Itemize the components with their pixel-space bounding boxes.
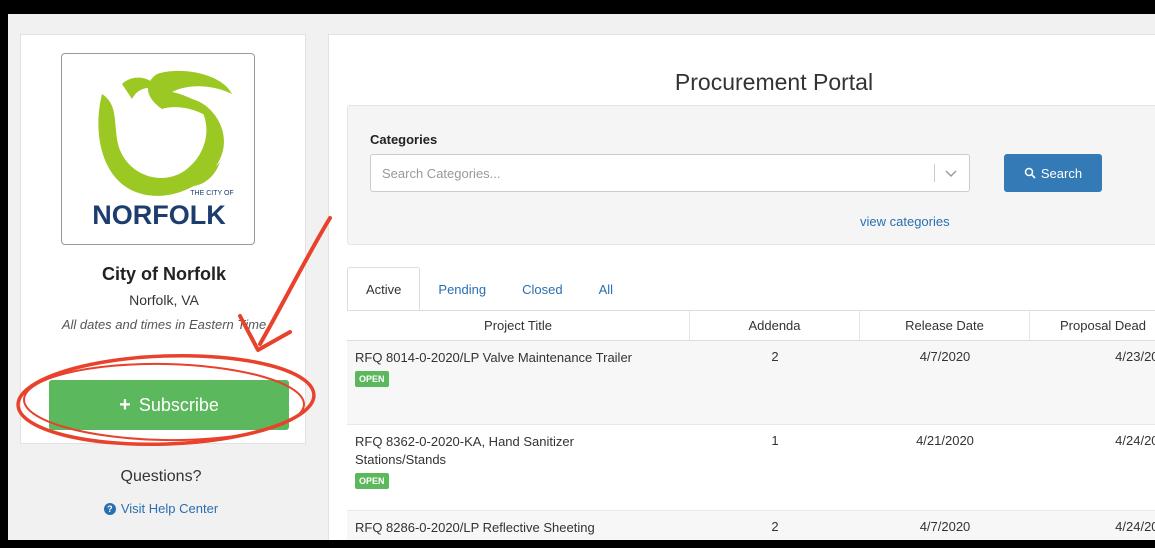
main-panel: Procurement Portal Categories Search vie… bbox=[328, 34, 1155, 540]
table-row[interactable]: RFQ 8362-0-2020-KA, Hand Sanitizer Stati… bbox=[347, 425, 1155, 511]
help-center-link[interactable]: ? Visit Help Center bbox=[8, 501, 314, 516]
plus-icon: + bbox=[119, 393, 131, 416]
addenda-cell: 2 bbox=[771, 349, 779, 364]
status-badge: OPEN bbox=[355, 473, 389, 489]
view-categories-link[interactable]: view categories bbox=[860, 214, 950, 229]
tab-closed[interactable]: Closed bbox=[504, 267, 580, 311]
column-header-proposal-deadline[interactable]: Proposal Dead bbox=[1030, 311, 1155, 340]
addenda-cell: 2 bbox=[771, 519, 779, 534]
categories-select[interactable] bbox=[370, 154, 970, 192]
column-header-project-title[interactable]: Project Title bbox=[347, 311, 690, 340]
addenda-cell: 1 bbox=[771, 433, 779, 448]
page-title: Procurement Portal bbox=[674, 69, 874, 95]
help-center-label: Visit Help Center bbox=[120, 501, 219, 516]
filter-panel: Categories Search view categories bbox=[347, 105, 1155, 245]
table-header: Project Title Addenda Release Date Propo… bbox=[347, 311, 1155, 341]
project-title-cell: RFQ 8014-0-2020/LP Valve Maintenance Tra… bbox=[347, 341, 690, 424]
agency-name: City of Norfolk bbox=[102, 264, 226, 284]
logo-name: NORFOLK bbox=[92, 200, 226, 230]
search-label: Search bbox=[1040, 165, 1083, 181]
agency-location: Norfolk, VA bbox=[129, 292, 199, 308]
chevron-down-icon[interactable] bbox=[943, 165, 959, 181]
tab-pending[interactable]: Pending bbox=[420, 267, 504, 311]
release-date-cell: 4/7/2020 bbox=[919, 519, 971, 534]
project-title-link[interactable]: RFQ 8362-0-2020-KA, Hand Sanitizer Stati… bbox=[355, 433, 640, 469]
categories-search-input[interactable] bbox=[372, 156, 932, 190]
timezone-note: All dates and times in Eastern Time bbox=[61, 317, 267, 332]
tab-all[interactable]: All bbox=[581, 267, 631, 311]
projects-table: Project Title Addenda Release Date Propo… bbox=[347, 311, 1155, 540]
select-separator bbox=[934, 164, 935, 182]
agency-sidebar: THE CITY OF NORFOLK City of Norfolk Norf… bbox=[20, 34, 306, 444]
project-title-link[interactable]: RFQ 8014-0-2020/LP Valve Maintenance Tra… bbox=[355, 349, 640, 367]
deadline-cell: 4/24/2020 bbox=[1115, 519, 1155, 534]
browser-viewport: THE CITY OF NORFOLK City of Norfolk Norf… bbox=[8, 14, 1155, 540]
table-row[interactable]: RFQ 8286-0-2020/LP Reflective Sheeting 2… bbox=[347, 511, 1155, 540]
project-status-tabs: Active Pending Closed All bbox=[347, 267, 631, 311]
project-title-cell: RFQ 8362-0-2020-KA, Hand Sanitizer Stati… bbox=[347, 425, 690, 510]
table-row[interactable]: RFQ 8014-0-2020/LP Valve Maintenance Tra… bbox=[347, 341, 1155, 425]
subscribe-button[interactable]: + Subscribe bbox=[49, 380, 289, 430]
search-button[interactable]: Search bbox=[1004, 154, 1102, 192]
column-header-release-date[interactable]: Release Date bbox=[860, 311, 1030, 340]
tab-active[interactable]: Active bbox=[347, 267, 421, 311]
deadline-cell: 4/24/2020 bbox=[1115, 433, 1155, 448]
release-date-cell: 4/21/2020 bbox=[916, 433, 974, 448]
norfolk-mermaid-logo: THE CITY OF NORFOLK bbox=[92, 70, 234, 230]
project-title-cell: RFQ 8286-0-2020/LP Reflective Sheeting bbox=[347, 511, 690, 540]
categories-label: Categories bbox=[370, 132, 438, 147]
search-icon bbox=[1024, 167, 1036, 179]
question-circle-icon: ? bbox=[103, 502, 116, 515]
subscribe-label: Subscribe bbox=[138, 394, 219, 415]
logo-small-text: THE CITY OF bbox=[190, 190, 233, 197]
agency-logo: THE CITY OF NORFOLK bbox=[61, 53, 255, 245]
release-date-cell: 4/7/2020 bbox=[919, 349, 971, 364]
project-title-link[interactable]: RFQ 8286-0-2020/LP Reflective Sheeting bbox=[355, 519, 640, 537]
deadline-cell: 4/23/2020 bbox=[1115, 349, 1155, 364]
status-badge: OPEN bbox=[355, 371, 389, 387]
column-header-addenda[interactable]: Addenda bbox=[690, 311, 860, 340]
questions-heading: Questions? bbox=[120, 468, 202, 485]
